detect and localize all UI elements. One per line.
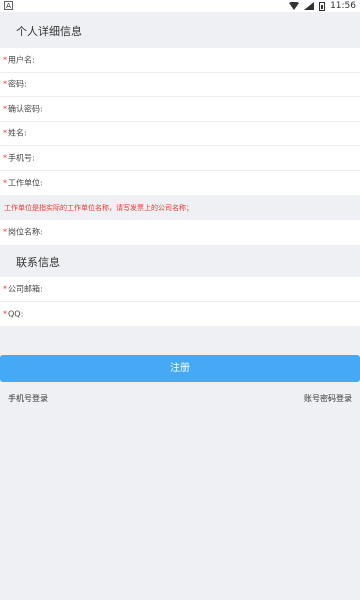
qq-input[interactable] bbox=[70, 304, 350, 323]
wifi-icon bbox=[289, 2, 300, 10]
confirm-password-label: 确认密码: bbox=[8, 104, 43, 114]
section-title-contact: 联系信息 bbox=[16, 256, 60, 269]
company-label: 工作单位: bbox=[8, 178, 43, 188]
required-marker: * bbox=[3, 284, 7, 294]
position-input[interactable] bbox=[70, 223, 350, 242]
field-row-name: *姓名: bbox=[0, 122, 360, 146]
confirm-password-input[interactable] bbox=[70, 100, 350, 118]
position-field-group: *岗位名称: bbox=[0, 220, 360, 245]
qq-label: QQ: bbox=[8, 309, 24, 319]
phone-login-link[interactable]: 手机号登录 bbox=[8, 393, 48, 404]
company-hint: 工作单位是指实际的工作单位名称，请写发票上的公司名称； bbox=[0, 198, 360, 220]
field-row-confirm-password: *确认密码: bbox=[0, 97, 360, 122]
email-label: 公司邮箱: bbox=[8, 284, 43, 294]
app-notification-icon: A bbox=[4, 1, 13, 10]
account-login-link[interactable]: 账号密码登录 bbox=[304, 393, 352, 404]
username-label: 用户名: bbox=[8, 55, 35, 65]
required-marker: * bbox=[3, 153, 7, 163]
company-input[interactable] bbox=[70, 173, 350, 192]
status-time: 11:56 bbox=[330, 1, 356, 11]
required-marker: * bbox=[3, 309, 7, 319]
name-label: 姓名: bbox=[8, 128, 27, 138]
field-row-password: *密码: bbox=[0, 73, 360, 97]
field-row-username: *用户名: bbox=[0, 48, 360, 73]
position-label: 岗位名称: bbox=[8, 227, 43, 237]
required-marker: * bbox=[3, 227, 7, 237]
company-hint-text: 工作单位是指实际的工作单位名称，请写发票上的公司名称； bbox=[4, 204, 193, 212]
personal-fields-group: *用户名: *密码: *确认密码: *姓名: *手机号: *工作单位: bbox=[0, 48, 360, 195]
signal-icon bbox=[304, 2, 315, 10]
field-row-email: *公司邮箱: bbox=[0, 277, 360, 302]
phone-label: 手机号: bbox=[8, 153, 35, 163]
username-input[interactable] bbox=[70, 51, 350, 69]
battery-icon bbox=[319, 1, 326, 11]
password-input[interactable] bbox=[70, 75, 350, 93]
required-marker: * bbox=[3, 104, 7, 114]
section-title-personal: 个人详细信息 bbox=[16, 25, 82, 38]
register-button[interactable]: 注册 bbox=[0, 355, 360, 382]
status-bar: A 11:56 bbox=[0, 0, 360, 12]
field-row-phone: *手机号: bbox=[0, 146, 360, 171]
field-row-qq: *QQ: bbox=[0, 302, 360, 327]
section-header-personal: 个人详细信息 bbox=[0, 12, 360, 48]
section-header-contact: 联系信息 bbox=[0, 245, 360, 277]
required-marker: * bbox=[3, 128, 7, 138]
name-input[interactable] bbox=[70, 124, 350, 142]
required-marker: * bbox=[3, 178, 7, 188]
field-row-position: *岗位名称: bbox=[0, 220, 360, 245]
email-input[interactable] bbox=[70, 280, 350, 298]
field-row-company: *工作单位: bbox=[0, 171, 360, 196]
required-marker: * bbox=[3, 55, 7, 65]
phone-input[interactable] bbox=[70, 149, 350, 167]
password-label: 密码: bbox=[8, 79, 27, 89]
contact-fields-group: *公司邮箱: *QQ: bbox=[0, 277, 360, 326]
required-marker: * bbox=[3, 79, 7, 89]
